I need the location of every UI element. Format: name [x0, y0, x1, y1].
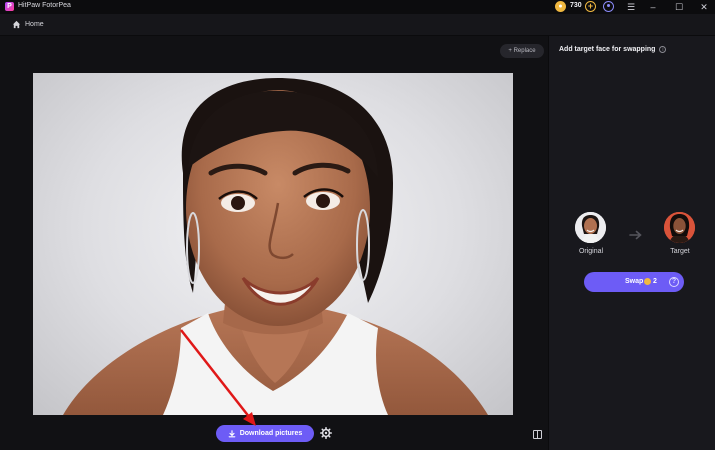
original-label: Original: [578, 248, 604, 255]
panel-title: Add target face for swapping i: [559, 46, 667, 53]
home-icon[interactable]: [12, 20, 21, 29]
target-face-thumbnail[interactable]: [664, 212, 695, 243]
maximize-button[interactable]: ☐: [671, 0, 687, 14]
coin-count: 730: [570, 2, 582, 9]
close-button[interactable]: ✕: [696, 0, 712, 14]
settings-gear-icon[interactable]: [320, 427, 332, 439]
menu-button[interactable]: ☰: [623, 0, 639, 14]
panel-title-text: Add target face for swapping: [559, 46, 656, 53]
swap-button[interactable]: Swap 2 ?: [584, 272, 684, 292]
plus-icon: +: [508, 48, 512, 54]
help-icon[interactable]: ?: [669, 277, 679, 287]
swap-cost: 2: [653, 278, 657, 285]
replace-label: Replace: [513, 48, 536, 54]
minimize-button[interactable]: –: [645, 0, 661, 14]
breadcrumb: Home: [0, 14, 715, 36]
replace-button[interactable]: + Replace: [500, 44, 544, 58]
source-photo: [33, 73, 513, 415]
coin-icon: [644, 278, 651, 285]
swap-label: Swap: [625, 278, 644, 285]
original-face-thumbnail[interactable]: [575, 212, 606, 243]
canvas-area: + Replace Download pictures: [0, 36, 548, 450]
download-label: Download pictures: [239, 430, 303, 437]
face-swap-panel: Add target face for swapping i: [548, 36, 715, 450]
target-face-image: [664, 212, 695, 243]
download-icon: [228, 429, 236, 437]
app-logo-icon: P: [5, 2, 14, 11]
arrow-right-icon: [629, 230, 642, 240]
compare-view-icon[interactable]: [533, 430, 542, 439]
app-title: HitPaw FotorPea: [18, 2, 71, 9]
breadcrumb-home[interactable]: Home: [25, 21, 44, 28]
add-coins-button[interactable]: +: [585, 1, 596, 12]
coin-icon: ●: [555, 1, 566, 12]
user-account-icon[interactable]: [603, 1, 614, 12]
target-label: Target: [670, 248, 690, 255]
download-pictures-button[interactable]: Download pictures: [216, 425, 314, 442]
original-face-image: [575, 212, 606, 243]
info-icon[interactable]: i: [659, 46, 667, 53]
title-bar: P HitPaw FotorPea ● 730 + ☰ – ☐ ✕: [0, 0, 715, 14]
portrait-image: [63, 78, 488, 415]
